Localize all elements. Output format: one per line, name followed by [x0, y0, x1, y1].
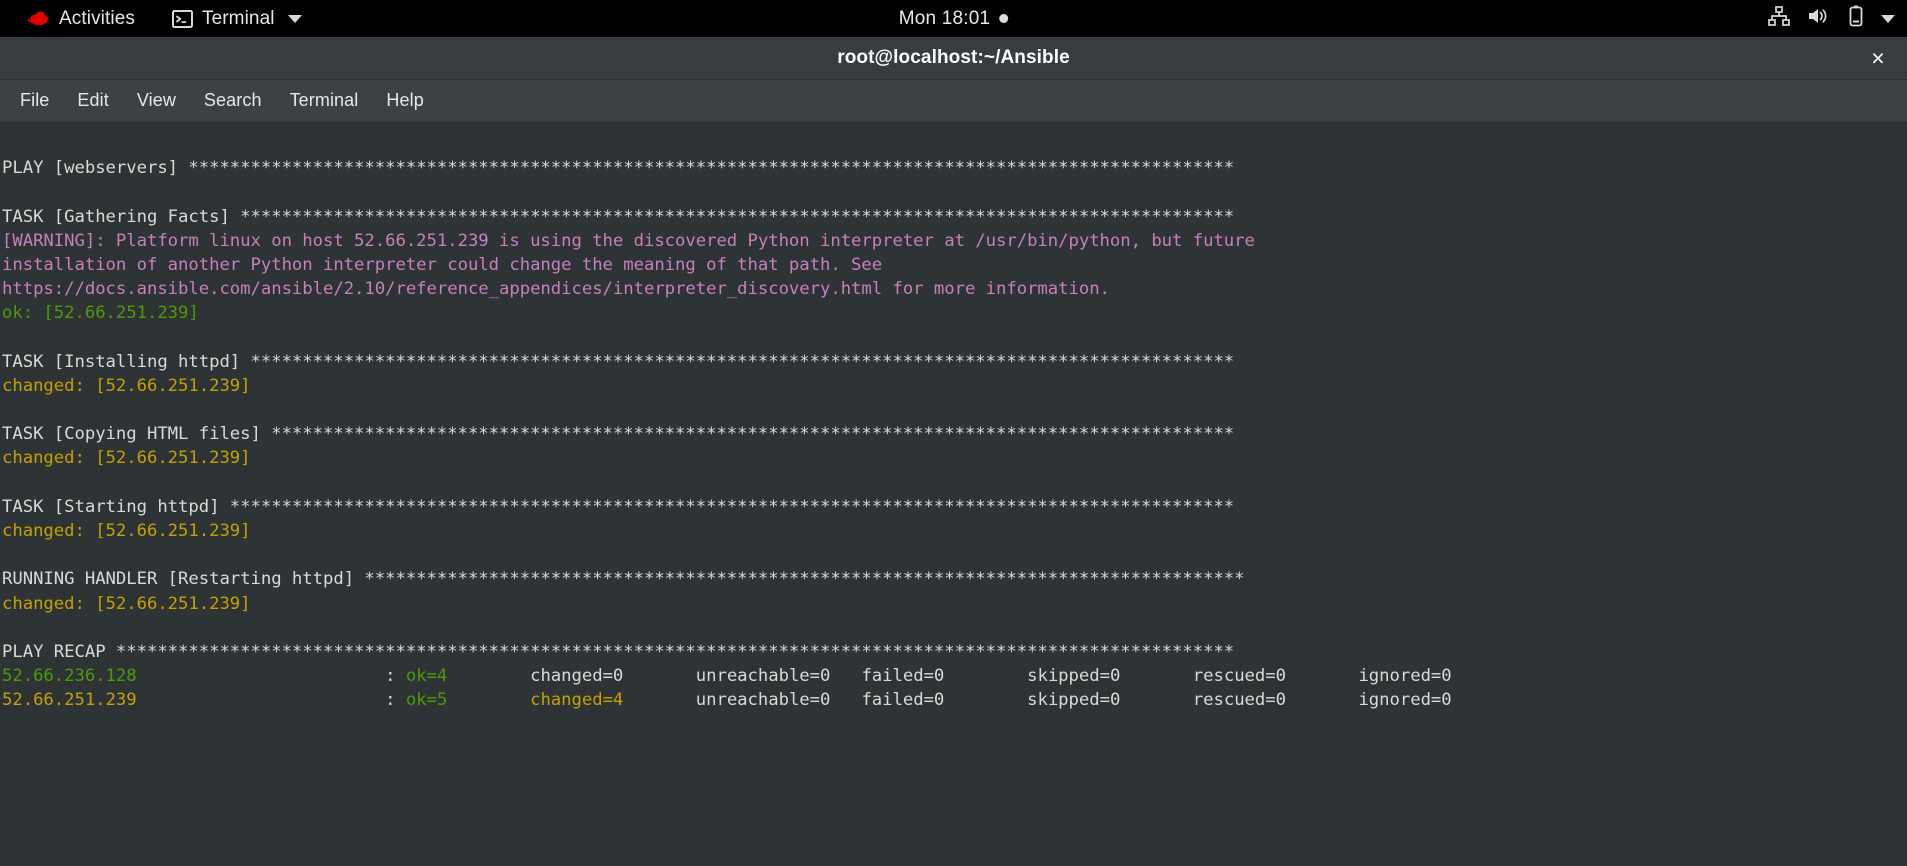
- status-text: ok: [52.66.251.239]: [2, 303, 199, 324]
- activities-label: Activities: [59, 7, 135, 29]
- task-header-label: TASK [Installing httpd]: [2, 351, 251, 372]
- recap-stat: ok=4: [405, 666, 531, 687]
- volume-speaker-icon: [1807, 6, 1831, 32]
- terminal-warning-line: [WARNING]: Platform linux on host 52.66.…: [2, 229, 1907, 253]
- terminal-task-header: TASK [Installing httpd] ****************…: [2, 350, 1907, 374]
- chevron-down-icon: [287, 14, 302, 23]
- activities-button[interactable]: Activities: [14, 0, 148, 37]
- recap-stat: skipped=0: [1027, 690, 1193, 711]
- window-titlebar: root@localhost:~/Ansible ×: [0, 37, 1907, 80]
- recap-host: 52.66.251.239: [2, 690, 386, 711]
- task-header-stars: ****************************************…: [115, 641, 1235, 662]
- terminal-output[interactable]: PLAY [webservers] **********************…: [0, 122, 1907, 866]
- recap-stat: changed=4: [530, 690, 696, 711]
- top-bar-left-group: Activities Terminal: [0, 0, 315, 37]
- network-wired-icon: [1768, 5, 1790, 32]
- terminal-status-line: ok: [52.66.251.239]: [2, 301, 1907, 325]
- menu-bar: File Edit View Search Terminal Help: [0, 80, 1907, 122]
- recap-stat: ignored=0: [1358, 666, 1525, 687]
- close-icon[interactable]: ×: [1865, 45, 1891, 71]
- menu-item-file[interactable]: File: [6, 84, 63, 117]
- task-header-label: TASK [Gathering Facts]: [2, 206, 241, 227]
- recap-separator: :: [385, 666, 406, 687]
- clock-button[interactable]: Mon 18:01: [899, 8, 1009, 30]
- recap-stat: rescued=0: [1192, 690, 1359, 711]
- recap-separator: :: [385, 690, 406, 711]
- clock-label: Mon 18:01: [898, 7, 991, 29]
- app-menu-terminal[interactable]: Terminal: [148, 0, 315, 37]
- terminal-task-header: RUNNING HANDLER [Restarting httpd] *****…: [2, 567, 1907, 591]
- system-status-area[interactable]: [1768, 5, 1895, 33]
- terminal-task-header: TASK [Starting httpd] ******************…: [2, 495, 1907, 519]
- warning-text: installation of another Python interpret…: [2, 254, 883, 275]
- task-header-stars: ****************************************…: [240, 206, 1235, 227]
- warning-text: [WARNING]: Platform linux on host 52.66.…: [2, 230, 1255, 251]
- menu-item-edit[interactable]: Edit: [63, 84, 122, 117]
- terminal-status-line: changed: [52.66.251.239]: [2, 446, 1907, 470]
- app-menu-label: Terminal: [201, 7, 275, 29]
- recap-stat: unreachable=0: [695, 666, 862, 687]
- status-text: changed: [52.66.251.239]: [2, 593, 251, 614]
- recap-stat: ok=5: [405, 690, 531, 711]
- terminal-task-header: TASK [Copying HTML files] **************…: [2, 422, 1907, 446]
- task-header-label: TASK [Starting httpd]: [2, 496, 230, 517]
- window-title: root@localhost:~/Ansible: [837, 47, 1070, 68]
- recap-stat: rescued=0: [1192, 666, 1359, 687]
- status-text: changed: [52.66.251.239]: [2, 521, 251, 541]
- recap-stat: failed=0: [861, 690, 1028, 711]
- task-header-stars: ****************************************…: [271, 424, 1235, 445]
- notification-dot-icon: [999, 14, 1009, 23]
- task-header-stars: ****************************************…: [364, 569, 1245, 590]
- terminal-task-header: TASK [Gathering Facts] *****************…: [2, 205, 1907, 229]
- terminal-warning-line: https://docs.ansible.com/ansible/2.10/re…: [2, 277, 1907, 301]
- task-header-stars: ****************************************…: [250, 351, 1235, 372]
- terminal-recap-row: 52.66.251.239 : ok=5 changed=4 unreachab…: [2, 688, 1907, 712]
- gnome-top-bar: Activities Terminal Mon 18:01: [0, 0, 1907, 37]
- task-header-stars: ****************************************…: [229, 496, 1235, 517]
- battery-icon: [1848, 5, 1864, 33]
- terminal-recap-row: 52.66.236.128 : ok=4 changed=0 unreachab…: [2, 664, 1907, 688]
- recap-stat: failed=0: [861, 666, 1028, 687]
- status-text: changed: [52.66.251.239]: [2, 375, 251, 396]
- terminal-icon: [171, 9, 193, 28]
- terminal-task-header: PLAY RECAP *****************************…: [2, 640, 1907, 664]
- task-header-stars: ****************************************…: [188, 158, 1235, 179]
- recap-host: 52.66.236.128: [2, 666, 386, 687]
- menu-item-help[interactable]: Help: [372, 84, 437, 117]
- terminal-status-line: changed: [52.66.251.239]: [2, 592, 1907, 616]
- menu-item-view[interactable]: View: [123, 84, 190, 117]
- menu-item-search[interactable]: Search: [190, 84, 276, 117]
- status-text: changed: [52.66.251.239]: [2, 448, 251, 469]
- task-header-label: TASK [Copying HTML files]: [2, 424, 272, 445]
- warning-text: https://docs.ansible.com/ansible/2.10/re…: [2, 279, 1110, 300]
- recap-stat: changed=0: [530, 666, 696, 687]
- task-header-label: PLAY RECAP: [2, 641, 116, 662]
- terminal-warning-line: installation of another Python interpret…: [2, 253, 1907, 277]
- recap-stat: skipped=0: [1027, 666, 1193, 687]
- recap-stat: unreachable=0: [695, 690, 862, 711]
- terminal-status-line: changed: [52.66.251.239]: [2, 374, 1907, 398]
- recap-stat: ignored=0: [1358, 690, 1525, 711]
- terminal-window: root@localhost:~/Ansible × File Edit Vie…: [0, 37, 1907, 866]
- terminal-task-header: PLAY [webservers] **********************…: [2, 156, 1907, 180]
- menu-item-terminal[interactable]: Terminal: [276, 84, 373, 117]
- task-header-label: RUNNING HANDLER [Restarting httpd]: [2, 569, 365, 590]
- chevron-down-icon[interactable]: [1881, 14, 1895, 23]
- terminal-status-line: changed: [52.66.251.239]: [2, 519, 1907, 543]
- redhat-logo-icon: [27, 9, 50, 28]
- task-header-label: PLAY [webservers]: [2, 158, 189, 179]
